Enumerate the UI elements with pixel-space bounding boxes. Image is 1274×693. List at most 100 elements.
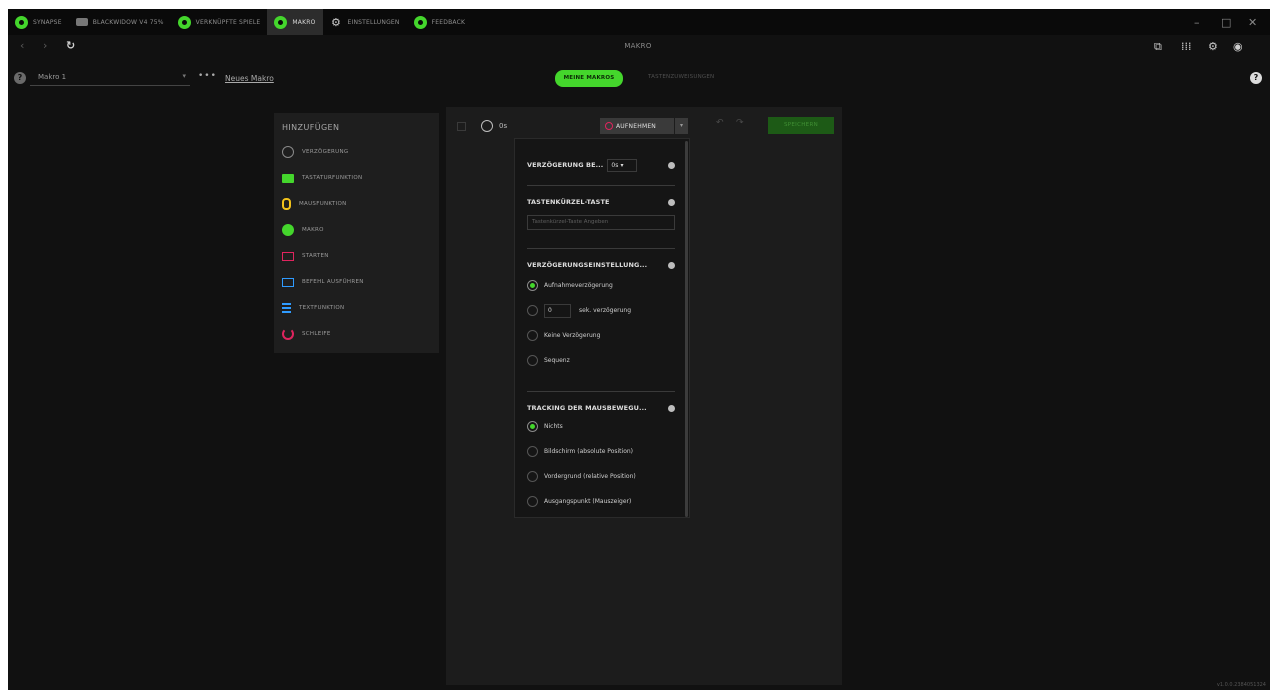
radio-button[interactable]: [527, 471, 538, 482]
clock-icon: [481, 120, 493, 132]
add-panel: HINZUFÜGEN VERZÖGERUNG TASTATURFUNKTION …: [274, 113, 439, 353]
key-assignments-button[interactable]: TASTENZUWEISUNGEN: [648, 74, 714, 80]
add-item-label: MAKRO: [302, 227, 324, 233]
hotkey-label: TASTENKÜRZEL-TASTE: [527, 198, 610, 206]
add-launch-item[interactable]: STARTEN: [282, 243, 431, 269]
help-icon[interactable]: ?: [1250, 72, 1262, 84]
record-label: AUFNEHMEN: [616, 122, 656, 130]
radio-no-delay[interactable]: Keine Verzögerung: [527, 323, 675, 348]
add-item-label: TEXTFUNKTION: [299, 305, 345, 311]
record-options-dropdown[interactable]: ▾: [675, 118, 688, 134]
tab-settings[interactable]: ⚙ EINSTELLUNGEN: [323, 9, 407, 35]
tab-label: SYNAPSE: [33, 18, 62, 26]
delay-settings-section: VERZÖGERUNGSEINSTELLUNG... Aufnahmeverzö…: [527, 249, 675, 391]
my-macros-button[interactable]: MEINE MAKROS: [555, 70, 623, 87]
radio-seconds-delay[interactable]: 0 sek. verzögerung: [527, 298, 675, 323]
back-arrow-icon[interactable]: ‹: [20, 39, 24, 52]
radio-label: Nichts: [544, 423, 563, 430]
selected-macro: Makro 1: [38, 73, 67, 81]
radio-tracking-none[interactable]: Nichts: [527, 414, 675, 439]
tab-macro[interactable]: MAKRO: [267, 9, 323, 35]
radio-button[interactable]: [527, 330, 538, 341]
macro-profile-icon: ?: [14, 72, 26, 84]
seconds-delay-input[interactable]: 0: [544, 303, 571, 318]
settings-gear-icon[interactable]: ⚙: [1208, 40, 1218, 53]
radio-button[interactable]: [527, 280, 538, 291]
layers-icon[interactable]: ⧉: [1154, 40, 1162, 54]
delay-label: VERZÖGERUNG BE...: [527, 161, 604, 169]
delay-settings-row: VERZÖGERUNGSEINSTELLUNG...: [527, 261, 675, 269]
tab-linked-games[interactable]: VERKNÜPFTE SPIELE: [171, 9, 268, 35]
radio-button[interactable]: [527, 446, 538, 457]
add-mouse-item[interactable]: MAUSFUNKTION: [282, 191, 431, 217]
gamepad-icon: [177, 15, 191, 29]
page-title: MAKRO: [624, 42, 652, 50]
tab-label: MAKRO: [292, 18, 316, 26]
tab-synapse[interactable]: SYNAPSE: [8, 9, 69, 35]
minimize-icon[interactable]: –: [1194, 9, 1200, 35]
macro-select-dropdown[interactable]: Makro 1 ▾: [30, 71, 190, 86]
record-button[interactable]: AUFNEHMEN: [600, 118, 674, 134]
add-keyboard-item[interactable]: TASTATURFUNKTION: [282, 165, 431, 191]
save-button[interactable]: SPEICHERN: [768, 117, 834, 134]
record-settings-popup: VERZÖGERUNG BE... 0s ▾ TASTENKÜRZEL-TAST…: [514, 138, 690, 518]
command-icon: [282, 277, 294, 287]
radio-label: Ausgangspunkt (Mauszeiger): [544, 498, 632, 505]
radio-label: sek. verzögerung: [579, 307, 632, 314]
refresh-icon[interactable]: ↻: [66, 39, 75, 52]
tracking-label: TRACKING DER MAUSBEWEGU...: [527, 404, 647, 412]
redo-icon[interactable]: ↷: [736, 118, 744, 128]
radio-button[interactable]: [527, 496, 538, 507]
razer-logo-icon: [15, 15, 28, 29]
add-delay-item[interactable]: VERZÖGERUNG: [282, 139, 431, 165]
radio-tracking-foreground[interactable]: Vordergrund (relative Position): [527, 464, 675, 489]
account-icon[interactable]: ◉: [1233, 40, 1243, 53]
feedback-icon: [413, 15, 427, 29]
keyboard-icon: [282, 173, 294, 183]
add-text-item[interactable]: TEXTFUNKTION: [282, 295, 431, 321]
macro-icon: [282, 224, 294, 236]
undo-icon[interactable]: ↶: [716, 118, 724, 128]
help-icon[interactable]: [668, 404, 675, 412]
gear-icon: ⚙: [330, 15, 342, 29]
radio-label: Aufnahmeverzögerung: [544, 282, 613, 289]
radio-label: Vordergrund (relative Position): [544, 473, 636, 480]
synapse-window: SYNAPSE BLACKWIDOW V4 75% VERKNÜPFTE SPI…: [8, 9, 1270, 690]
hotkey-input[interactable]: Tastenkürzel-Taste Angeben: [527, 215, 675, 230]
apps-grid-icon[interactable]: ⁞⁞⁞: [1181, 40, 1192, 53]
new-macro-link[interactable]: Neues Makro: [225, 74, 274, 83]
radio-label: Keine Verzögerung: [544, 332, 601, 339]
tracking-row: TRACKING DER MAUSBEWEGU...: [527, 404, 675, 412]
radio-button[interactable]: [527, 421, 538, 432]
help-icon[interactable]: [668, 261, 675, 269]
hotkey-row: TASTENKÜRZEL-TASTE: [527, 198, 675, 206]
macro-icon: [274, 15, 288, 29]
delay-row: VERZÖGERUNG BE... 0s ▾: [527, 145, 675, 185]
hotkey-section: TASTENKÜRZEL-TASTE Tastenkürzel-Taste An…: [527, 186, 675, 248]
radio-label: Bildschirm (absolute Position): [544, 448, 634, 455]
close-icon[interactable]: ✕: [1248, 9, 1257, 35]
macro-toolbar: ? Makro 1 ▾ ••• Neues Makro MEINE MAKROS…: [8, 67, 1270, 91]
radio-record-delay[interactable]: Aufnahmeverzögerung: [527, 273, 675, 298]
help-icon[interactable]: [668, 161, 675, 169]
add-command-item[interactable]: BEFEHL AUSFÜHREN: [282, 269, 431, 295]
more-options-icon[interactable]: •••: [198, 71, 217, 81]
tab-feedback[interactable]: FEEDBACK: [407, 9, 473, 35]
radio-sequence[interactable]: Sequenz: [527, 348, 675, 373]
radio-button[interactable]: [527, 355, 538, 366]
maximize-icon[interactable]: □: [1221, 9, 1231, 35]
scrollbar[interactable]: [685, 141, 688, 517]
delay-select[interactable]: 0s ▾: [607, 158, 638, 172]
radio-tracking-screen[interactable]: Bildschirm (absolute Position): [527, 439, 675, 464]
tab-device[interactable]: BLACKWIDOW V4 75%: [69, 9, 171, 35]
tracking-section: TRACKING DER MAUSBEWEGU... Nichts Bildsc…: [527, 392, 675, 514]
radio-tracking-origin[interactable]: Ausgangspunkt (Mauszeiger): [527, 489, 675, 514]
add-macro-item[interactable]: MAKRO: [282, 217, 431, 243]
radio-button[interactable]: [527, 305, 538, 316]
add-loop-item[interactable]: SCHLEIFE: [282, 321, 431, 347]
delay-value: 0s: [611, 161, 619, 169]
select-all-checkbox[interactable]: [457, 122, 466, 131]
help-icon[interactable]: [668, 198, 675, 206]
forward-arrow-icon[interactable]: ›: [43, 39, 47, 52]
add-item-label: SCHLEIFE: [302, 331, 331, 337]
